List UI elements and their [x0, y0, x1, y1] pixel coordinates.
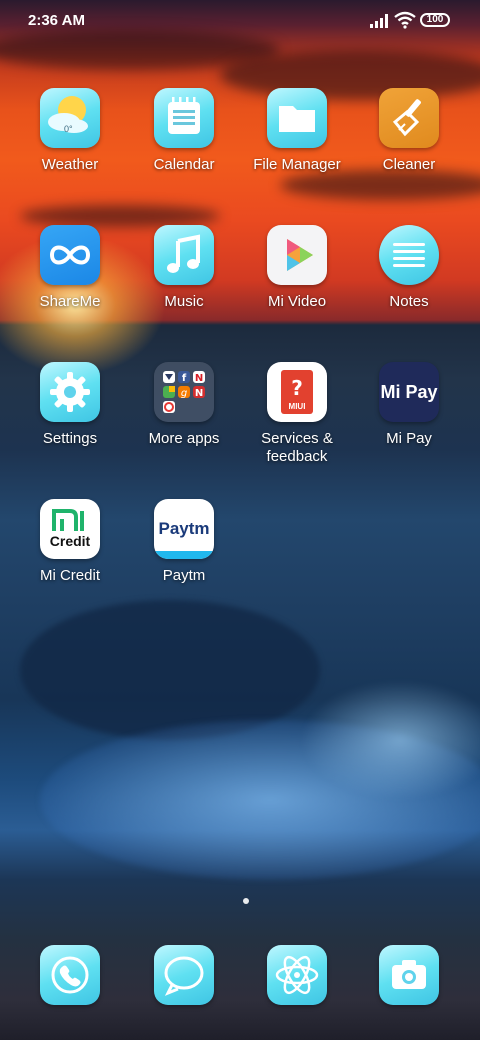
weather-icon: 0°	[40, 88, 100, 148]
signal-icon	[370, 14, 388, 28]
app-label: Mi Credit	[39, 567, 100, 584]
app-mi-video[interactable]: Mi Video	[242, 225, 352, 311]
app-services-feedback[interactable]: ? MIUI Services & feedback	[242, 362, 352, 466]
dock-browser[interactable]	[242, 945, 352, 1005]
app-label: Calendar	[153, 156, 215, 173]
camera-icon	[379, 945, 439, 1005]
app-label: Notes	[389, 293, 429, 310]
micredit-icon: Credit	[40, 499, 100, 559]
app-folder-more-apps[interactable]: f N g N More apps	[129, 362, 239, 448]
app-label: Services & feedback	[261, 430, 333, 465]
app-mi-credit[interactable]: Credit Mi Credit	[15, 499, 125, 585]
app-weather[interactable]: 0° Weather	[15, 88, 125, 174]
app-file-manager[interactable]: File Manager	[242, 88, 352, 174]
svg-text:f: f	[182, 373, 187, 384]
status-bar: 2:36 AM 100	[0, 0, 480, 44]
infinity-icon	[40, 225, 100, 285]
app-label: More apps	[148, 430, 220, 447]
folder-apps-icon: f N g N	[154, 362, 214, 422]
app-label: Music	[164, 293, 204, 310]
wifi-icon	[394, 11, 416, 29]
app-label: Mi Video	[267, 293, 327, 310]
app-label: File Manager	[253, 156, 341, 173]
dock-messages[interactable]	[129, 945, 239, 1005]
browser-icon	[267, 945, 327, 1005]
mipay-icon: Mi Pay	[379, 362, 439, 422]
app-notes[interactable]: Notes	[354, 225, 464, 311]
app-mi-pay[interactable]: Mi Pay Mi Pay	[354, 362, 464, 448]
app-paytm[interactable]: Paytm Paytm	[129, 499, 239, 585]
dock-camera[interactable]	[354, 945, 464, 1005]
svg-text:g: g	[181, 388, 187, 399]
page-indicator-dot	[243, 898, 249, 904]
app-label: Settings	[42, 430, 98, 447]
mipay-logo: Mi Pay	[380, 381, 438, 402]
messages-icon	[154, 945, 214, 1005]
app-calendar[interactable]: Calendar	[129, 88, 239, 174]
app-label: Weather	[41, 156, 99, 173]
app-cleaner[interactable]: Cleaner	[354, 88, 464, 174]
wallpaper-wave	[20, 600, 320, 740]
broom-icon	[379, 88, 439, 148]
calendar-icon	[154, 88, 214, 148]
paytm-bar	[154, 551, 214, 559]
paytm-logo: Paytm	[158, 519, 210, 538]
clock: 2:36 AM	[28, 12, 85, 29]
app-label: Paytm	[162, 567, 206, 584]
phone-icon	[40, 945, 100, 1005]
folder-icon	[267, 88, 327, 148]
miui-badge: MIUI	[288, 402, 306, 411]
help-icon: ? MIUI	[267, 362, 327, 422]
svg-text:N: N	[195, 373, 203, 384]
app-label: Mi Pay	[386, 430, 432, 447]
app-label: ShareMe	[39, 293, 101, 310]
weather-temp: 0°	[64, 124, 73, 134]
battery-indicator: 100	[420, 13, 450, 27]
wallpaper-cloud	[280, 170, 480, 200]
micredit-logo: Credit	[49, 533, 91, 549]
play-icon	[267, 225, 327, 285]
music-note-icon	[154, 225, 214, 285]
home-screen: 2:36 AM 100 0° Weather Calendar File Man…	[0, 0, 480, 1040]
svg-text:N: N	[195, 388, 203, 399]
app-shareme[interactable]: ShareMe	[15, 225, 125, 311]
app-label: Cleaner	[382, 156, 436, 173]
notes-icon	[379, 225, 439, 285]
paytm-icon: Paytm	[154, 499, 214, 559]
gear-icon	[40, 362, 100, 422]
mi-logo	[52, 509, 84, 531]
app-settings[interactable]: Settings	[15, 362, 125, 448]
app-music[interactable]: Music	[129, 225, 239, 311]
svg-text:?: ?	[291, 376, 303, 400]
dock-phone[interactable]	[15, 945, 125, 1005]
wallpaper-cloud	[20, 205, 220, 227]
